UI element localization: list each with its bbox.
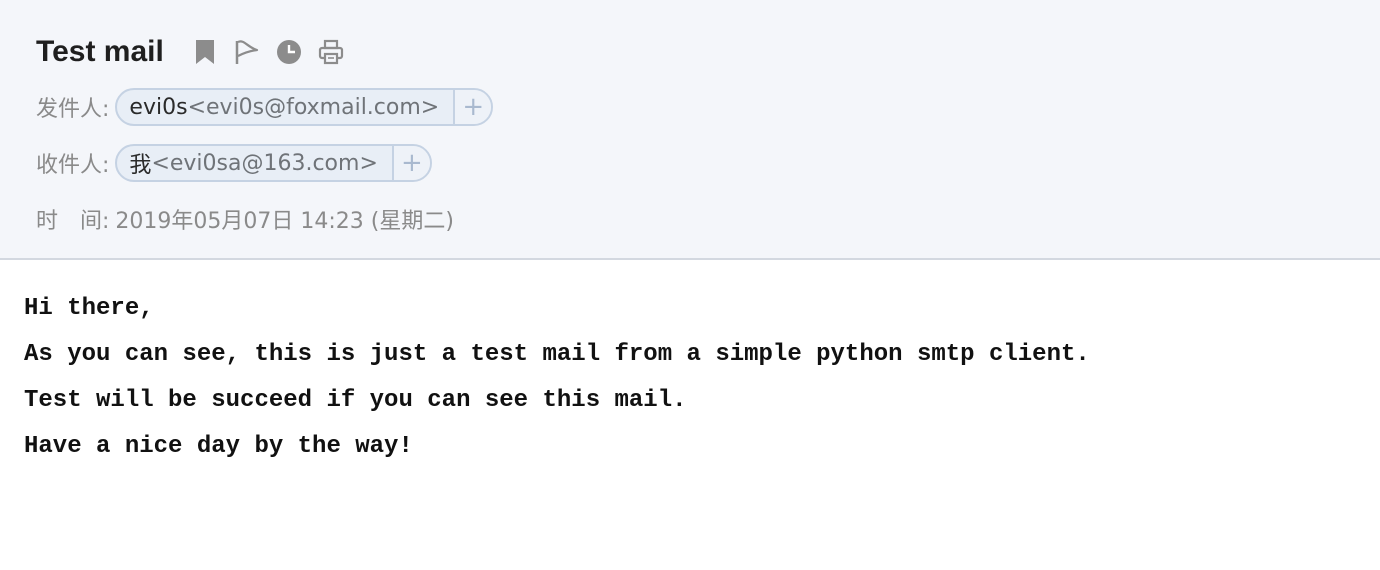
body-line: Test will be succeed if you can see this… [24,387,687,414]
add-sender-contact-button[interactable]: + [453,90,492,124]
time-row: 时 间: 2019年05月07日 14:23 (星期二) [36,198,454,240]
sender-chip: evi0s <evi0s@foxmail.com> + [115,88,494,126]
sender-name: evi0s [129,94,188,120]
from-label: 发件人: [36,97,110,122]
mail-subject: Test mail [36,35,164,68]
sender-contact[interactable]: evi0s <evi0s@foxmail.com> [117,90,453,124]
time-label: 时 间: [36,209,110,234]
recipient-chip: 我 <evi0sa@163.com> + [115,144,432,182]
recipient-contact[interactable]: 我 <evi0sa@163.com> [117,146,391,180]
add-recipient-contact-button[interactable]: + [391,146,430,180]
mail-body: Hi there, As you can see, this is just a… [24,290,1090,474]
clock-icon[interactable] [276,37,302,67]
subject-row: Test mail [36,30,360,74]
recipient-address: <evi0sa@163.com> [151,150,378,176]
mail-header: Test mail 发件人: evi0s <evi0s@foxmail.com>… [0,0,1380,260]
to-label: 收件人: [36,153,110,178]
from-row: 发件人: evi0s <evi0s@foxmail.com> + [36,86,494,128]
sent-time: 2019年05月07日 14:23 (星期二) [115,209,454,234]
sender-address: <evi0s@foxmail.com> [187,94,440,120]
to-row: 收件人: 我 <evi0sa@163.com> + [36,142,432,184]
recipient-name: 我 [129,153,152,178]
body-line: As you can see, this is just a test mail… [24,341,1090,368]
flag-icon[interactable] [234,37,260,67]
body-line: Hi there, [24,295,154,322]
body-line: Have a nice day by the way! [24,433,413,460]
print-icon[interactable] [318,37,344,67]
bookmark-icon[interactable] [192,37,218,67]
